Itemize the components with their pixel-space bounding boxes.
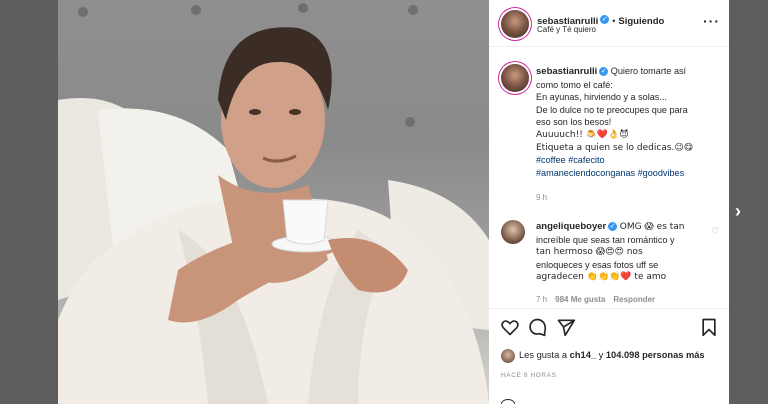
commenter-username[interactable]: angeliqueboyer <box>536 221 606 232</box>
caption-time[interactable]: 9 h <box>536 193 547 202</box>
comment-like-icon[interactable]: ♡ <box>711 226 719 237</box>
likes-summary: Les gusta a ch14_ y 104.098 personas más <box>519 350 705 360</box>
separator-dot: • <box>612 16 616 26</box>
post-side-panel: sebastianrulli ✓ • Siguiendo Café y Té quie… <box>489 0 729 404</box>
comment-meta: 7 h 984 Me gusta Responder <box>536 295 655 304</box>
actions-bar: Les gusta a ch14_ y 104.098 personas más… <box>489 308 729 404</box>
photo-illustration <box>58 3 489 404</box>
likes-prefix: Les gusta a <box>519 350 568 360</box>
comment-likes[interactable]: 984 Me gusta <box>555 295 605 304</box>
likes-count[interactable]: 104.098 personas más <box>606 350 705 360</box>
share-icon[interactable] <box>556 317 576 337</box>
comment: angeliqueboyer ✓ OMG 😱 es tan increíble q… <box>536 220 706 284</box>
post-photo[interactable] <box>58 0 489 404</box>
caption-avatar[interactable] <box>501 64 529 92</box>
post-location[interactable]: Café y Té quiero <box>537 25 596 34</box>
caption-username[interactable]: sebastianrulli <box>536 66 597 77</box>
author-avatar[interactable] <box>501 10 529 38</box>
verified-icon: ✓ <box>599 67 609 77</box>
hashtags[interactable]: #coffee #cafecito <box>536 154 716 167</box>
comment-line: increíble que seas tan romántico y <box>536 234 675 245</box>
commenter-avatar[interactable] <box>501 220 525 244</box>
comment-line: agradecen 👏👏👏❤️ te amo <box>536 272 667 283</box>
likes-middle: y <box>598 350 604 360</box>
verified-icon: ✓ <box>608 222 618 232</box>
caption-line: De lo dulce no te preocupes que para <box>536 104 688 115</box>
liker-username[interactable]: ch14_ <box>570 350 596 360</box>
verified-icon: ✓ <box>600 15 610 25</box>
next-post-arrow-icon[interactable]: › <box>735 201 741 222</box>
caption-line: Auuuuch!! 🍮❤️👌😈 <box>536 129 629 140</box>
reply-button[interactable]: Responder <box>613 295 655 304</box>
caption-line: como tomo el café: <box>536 79 613 90</box>
comment-text: OMG 😱 es tan <box>619 222 685 232</box>
more-options-icon[interactable]: ··· <box>703 13 720 29</box>
comment-line-1: angeliqueboyer ✓ OMG 😱 es tan <box>536 220 706 234</box>
post-header: sebastianrulli ✓ • Siguiendo Café y Té quie… <box>489 0 729 47</box>
comment-icon[interactable] <box>528 317 548 337</box>
comment-line: tan hermoso 😱😍😍 nos <box>536 247 643 258</box>
following-button[interactable]: Siguiendo <box>618 16 664 27</box>
caption: sebastianrulli ✓ Quiero tomarte así como … <box>536 65 716 179</box>
emoji-icon[interactable] <box>501 399 515 404</box>
caption-line: Etiqueta a quien se lo dedicas.😉😋 <box>536 142 694 153</box>
comment-line: enloqueces y esas fotos uff se <box>536 259 659 270</box>
hashtags[interactable]: #amaneciendoconganas #goodvibes <box>536 167 716 180</box>
liker-avatar[interactable] <box>501 349 515 363</box>
like-icon[interactable] <box>500 317 520 337</box>
caption-text: Quiero tomarte así <box>610 66 687 76</box>
caption-line: eso son los besos! <box>536 117 612 128</box>
post-age[interactable]: HACE 9 HORAS <box>501 372 557 379</box>
comment-time[interactable]: 7 h <box>536 295 547 304</box>
save-icon[interactable] <box>699 317 719 337</box>
caption-line: En ayunas, hirviendo y a solas... <box>536 92 667 103</box>
caption-line-1: sebastianrulli ✓ Quiero tomarte así <box>536 65 716 79</box>
